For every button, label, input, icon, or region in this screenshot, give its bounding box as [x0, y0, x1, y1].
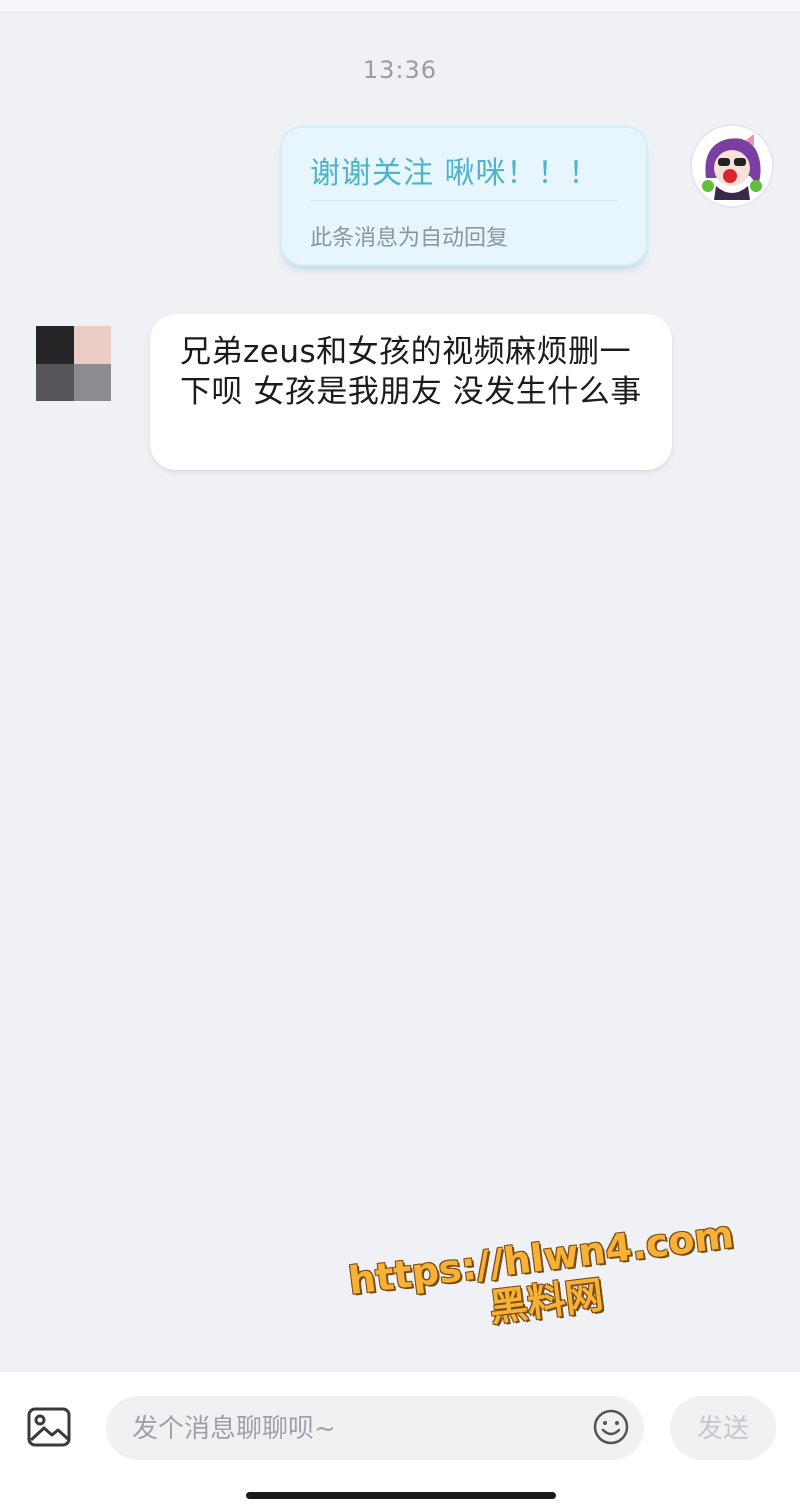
send-button[interactable]: 发送 [670, 1396, 776, 1460]
incoming-message-bubble[interactable]: 兄弟zeus和女孩的视频麻烦删一下呗 女孩是我朋友 没发生什么事 [150, 314, 672, 470]
emoji-button[interactable] [592, 1408, 630, 1446]
anime-avatar-icon [692, 126, 772, 206]
home-indicator[interactable] [246, 1492, 556, 1499]
status-bar-remnant [0, 0, 800, 13]
emoji-icon [593, 1409, 629, 1445]
bubble-divider [310, 200, 618, 201]
sender-avatar[interactable] [36, 326, 111, 401]
message-input[interactable] [130, 1396, 574, 1462]
message-input-container[interactable] [106, 1396, 644, 1462]
auto-reply-note: 此条消息为自动回复 [310, 226, 509, 251]
my-avatar[interactable] [690, 124, 774, 208]
outgoing-message-bubble[interactable]: 谢谢关注 啾咪！！！ 此条消息为自动回复 [280, 126, 648, 266]
message-timestamp: 13:36 [362, 56, 438, 84]
image-icon [27, 1407, 71, 1447]
incoming-message-text: 兄弟zeus和女孩的视频麻烦删一下呗 女孩是我朋友 没发生什么事 [180, 334, 642, 410]
outgoing-message-text: 谢谢关注 啾咪！！！ [310, 156, 600, 191]
image-button[interactable] [26, 1404, 72, 1450]
watermark: https://hlwn4.com 黑料网 [325, 1210, 763, 1350]
